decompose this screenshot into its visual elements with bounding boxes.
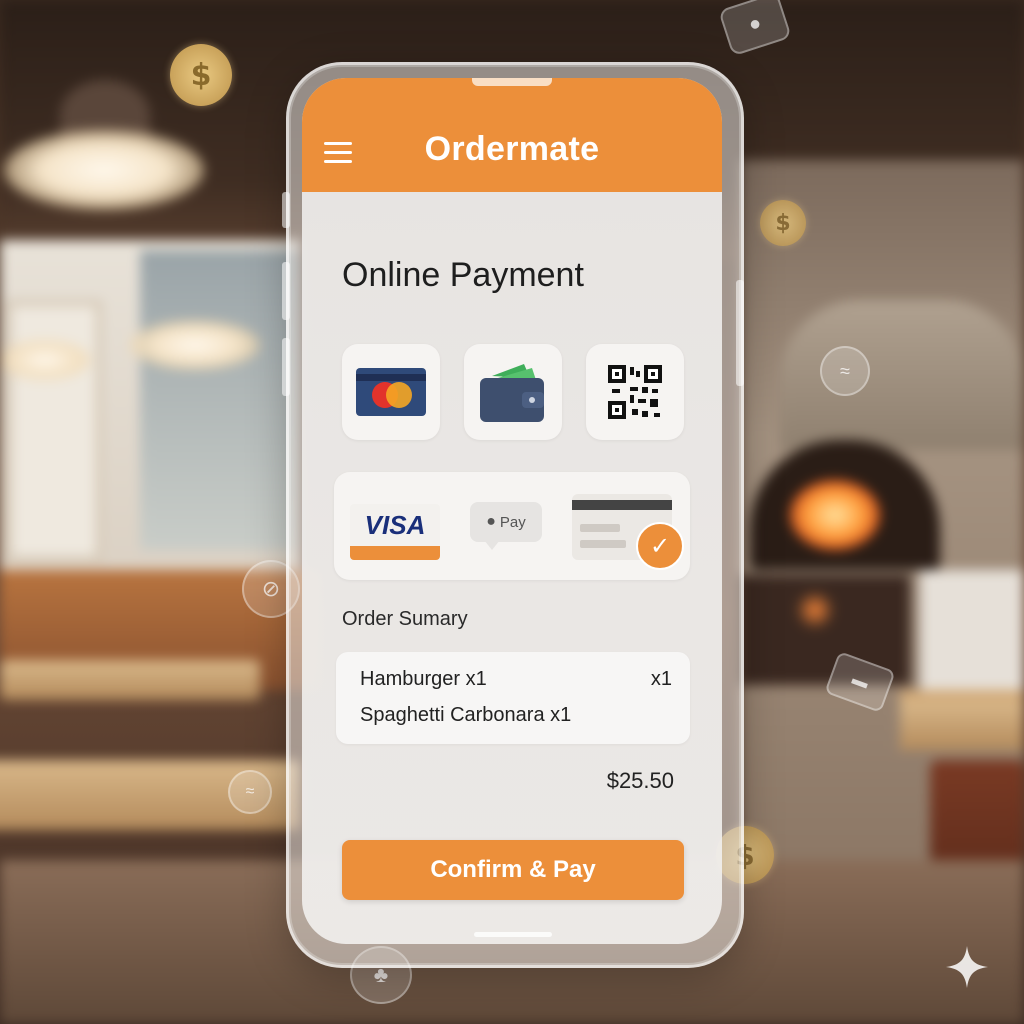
dollar-coin-icon: $: [760, 200, 806, 246]
coin-symbol: $: [775, 210, 791, 236]
confirm-pay-button[interactable]: Confirm & Pay: [342, 840, 684, 900]
payment-method-wallet[interactable]: [464, 344, 562, 440]
order-total: $25.50: [606, 768, 674, 793]
phone-side-button: [282, 338, 290, 396]
wallet-icon: [480, 364, 544, 422]
phone-side-button: [282, 262, 290, 320]
page-title: Online Payment: [342, 256, 584, 294]
home-indicator: [474, 932, 552, 937]
wifi-icon: ≈: [228, 770, 272, 814]
order-item-qty: x1: [650, 668, 672, 690]
apple-pay-label: Pay: [499, 513, 526, 531]
app-header: Ordermate: [302, 78, 722, 192]
payment-method-qr[interactable]: [586, 344, 684, 440]
dollar-coin-icon: $: [170, 44, 232, 106]
app-screen: Ordermate Online Payment VISA ● Pay ✓ Or…: [302, 78, 722, 944]
qr-code-icon: [608, 365, 662, 419]
phone-side-button: [282, 192, 290, 228]
app-title: Ordermate: [424, 130, 600, 168]
apple-icon: ●: [486, 513, 496, 530]
phone-power-button: [736, 280, 744, 386]
credit-card-icon: [356, 368, 426, 416]
payment-method-card[interactable]: [342, 344, 440, 440]
order-summary-box: Hamburger x1 x1 Spaghetti Carbonara x1: [336, 652, 690, 744]
sparkle-icon: [946, 946, 988, 988]
checkmark-icon: ✓: [636, 522, 684, 570]
coin-symbol: $: [190, 57, 212, 93]
visa-option[interactable]: VISA: [350, 504, 440, 560]
speaker-notch: [472, 78, 552, 86]
order-item-name: Spaghetti Carbonara x1: [360, 704, 572, 726]
apple-pay-option[interactable]: ● Pay: [470, 502, 542, 542]
wifi-icon: ≈: [820, 346, 870, 396]
visa-logo: VISA: [364, 510, 426, 540]
order-item-name: Hamburger x1: [360, 668, 487, 690]
payment-providers-panel: VISA ● Pay ✓: [334, 472, 690, 580]
order-summary-label: Order Sumary: [342, 608, 468, 630]
